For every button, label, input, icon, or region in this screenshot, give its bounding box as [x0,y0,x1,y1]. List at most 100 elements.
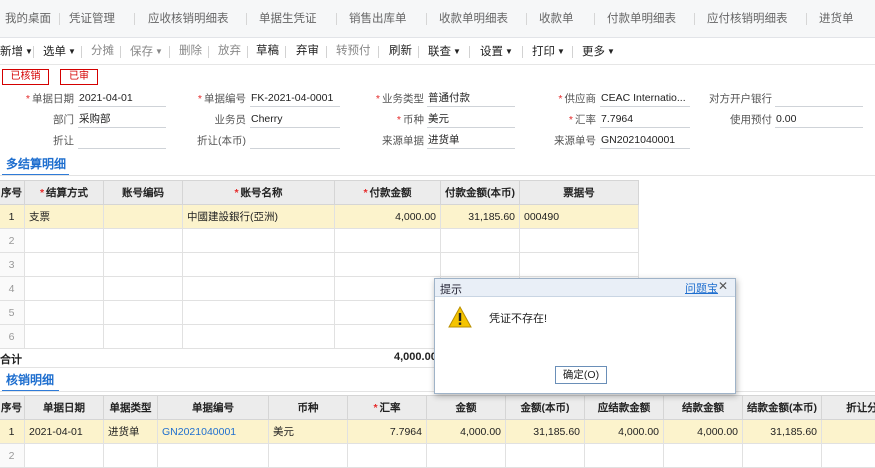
biztype-label: *业务类型 [368,92,424,106]
rate-label: *汇率 [550,113,596,127]
refresh-button[interactable]: 刷新 [389,38,412,65]
col-header: 应结款金额 [585,396,664,420]
source-no-field[interactable]: GN2021040001 [600,133,690,149]
doc-number-link[interactable]: GN2021040001 [158,420,269,444]
tab-purchase-receipt[interactable]: 进货单 [819,0,854,38]
more-button[interactable]: 更多▼ [582,38,615,65]
table-row[interactable]: 1 支票 中國建設銀行(亞洲) 4,000.00 31,185.60 00049… [0,205,639,229]
col-header: 单据日期 [25,396,104,420]
tab-ap-verify-detail[interactable]: 应付核销明细表 [707,0,788,38]
source-no-label: 来源单号 [540,134,596,148]
to-prepay-button[interactable]: 转预付 [336,38,371,65]
discount-base-label: 折让(本币) [194,134,246,148]
verify-section-title[interactable]: 核销明细 [6,370,54,390]
tab-ar-verify-detail[interactable]: 应收核销明细表 [148,0,229,38]
chevron-down-icon: ▼ [505,47,513,56]
audited-stamp: 已审 [60,69,98,85]
verified-stamp: 已核销 [2,69,49,85]
col-header: 单据编号 [158,396,269,420]
col-header: 序号 [0,396,25,420]
delete-button[interactable]: 删除 [179,38,202,65]
total-label: 合计 [0,351,22,367]
add-button[interactable]: 新增▼ [0,38,33,65]
settle-section-title[interactable]: 多结算明细 [6,154,66,174]
tab-desktop[interactable]: 我的桌面 [5,0,51,38]
chevron-down-icon: ▼ [68,47,76,56]
col-header: 序号 [0,181,25,205]
staff-label: 业务员 [194,113,246,127]
code-label: *单据编号 [194,92,246,106]
save-button[interactable]: 保存▼ [130,38,163,65]
biztype-field[interactable]: 普通付款 [427,91,515,107]
tab-bar: 我的桌面 凭证管理 应收核销明细表 单据生凭证 销售出库单 收款单明细表 收款单… [0,0,875,38]
col-header: 金额 [427,396,506,420]
chevron-down-icon: ▼ [453,47,461,56]
col-header: *结算方式 [25,181,104,205]
chevron-down-icon: ▼ [607,47,615,56]
col-header: 结款金额(本币) [743,396,822,420]
discount-base-field[interactable] [250,133,340,149]
table-row[interactable]: 3 [0,253,639,277]
table-row[interactable]: 1 2021-04-01 进货单 GN2021040001 美元 7.7964 … [0,420,875,444]
dialog-title: 提示 [440,281,462,297]
supplier-label: *供应商 [550,92,596,106]
supplier-field[interactable]: CEAC Internatio... [600,91,690,107]
settings-button[interactable]: 设置▼ [480,38,513,65]
prepay-field[interactable]: 0.00 [775,112,863,128]
rate-field[interactable]: 7.7964 [600,112,690,128]
table-row[interactable]: 2 [0,444,875,468]
col-header: 票据号 [520,181,639,205]
tab-receipt-detail[interactable]: 收款单明细表 [439,0,508,38]
code-field[interactable]: FK-2021-04-0001 [250,91,340,107]
dialog-message: 凭证不存在! [489,310,547,326]
date-label: *单据日期 [20,92,74,106]
dept-field[interactable]: 采购部 [78,112,166,128]
tab-payment-detail[interactable]: 付款单明细表 [607,0,676,38]
col-header: 金额(本币) [506,396,585,420]
chevron-down-icon: ▼ [557,47,565,56]
currency-label: *币种 [368,113,424,127]
col-header: 币种 [269,396,348,420]
alert-dialog: 提示 问题宝 ✕ 凭证不存在! 确定(O) [434,278,736,394]
bank-label: 对方开户银行 [700,92,772,106]
col-header: *付款金额 [335,181,441,205]
source-doc-field[interactable]: 进货单 [427,133,515,149]
chevron-down-icon: ▼ [155,47,163,56]
dialog-header: 提示 问题宝 ✕ [435,279,735,297]
tab-receipt[interactable]: 收款单 [539,0,574,38]
verify-table: 序号 单据日期 单据类型 单据编号 币种 *汇率 金额 金额(本币) 应结款金额… [0,395,875,468]
col-header: 单据类型 [104,396,158,420]
close-icon[interactable]: ✕ [718,279,728,293]
select-doc-button[interactable]: 选单▼ [43,38,76,65]
draft-button[interactable]: 草稿 [256,38,279,65]
help-link[interactable]: 问题宝 [685,280,718,296]
linked-query-button[interactable]: 联查▼ [428,38,461,65]
col-header: *汇率 [348,396,427,420]
discount-label: 折让 [20,134,74,148]
discard-button[interactable]: 放弃 [218,38,241,65]
toolbar: 新增▼ 选单▼ 分摊 保存▼ 删除 放弃 草稿 弃审 转预付 刷新 联查▼ 设置… [0,38,875,65]
col-header: *账号名称 [183,181,335,205]
chevron-down-icon: ▼ [25,47,33,56]
date-field[interactable]: 2021-04-01 [78,91,166,107]
table-row[interactable]: 2 [0,229,639,253]
discount-field[interactable] [78,133,166,149]
source-doc-label: 来源单据 [368,134,424,148]
col-header: 折让分 [822,396,875,420]
col-header: 付款金额(本币) [441,181,520,205]
tab-voucher-mgmt[interactable]: 凭证管理 [69,0,115,38]
tab-doc-voucher[interactable]: 单据生凭证 [259,0,317,38]
abandon-audit-button[interactable]: 弃审 [296,38,319,65]
dept-label: 部门 [20,113,74,127]
currency-field[interactable]: 美元 [427,112,515,128]
warning-icon [448,306,472,328]
bank-field[interactable] [775,91,863,107]
staff-field[interactable]: Cherry [250,112,340,128]
print-button[interactable]: 打印▼ [532,38,565,65]
split-button[interactable]: 分摊 [91,38,114,65]
col-header: 账号编码 [104,181,183,205]
ok-button[interactable]: 确定(O) [555,366,607,384]
tab-sales-outbound[interactable]: 销售出库单 [349,0,407,38]
col-header: 结款金额 [664,396,743,420]
prepay-label: 使用预付 [700,113,772,127]
